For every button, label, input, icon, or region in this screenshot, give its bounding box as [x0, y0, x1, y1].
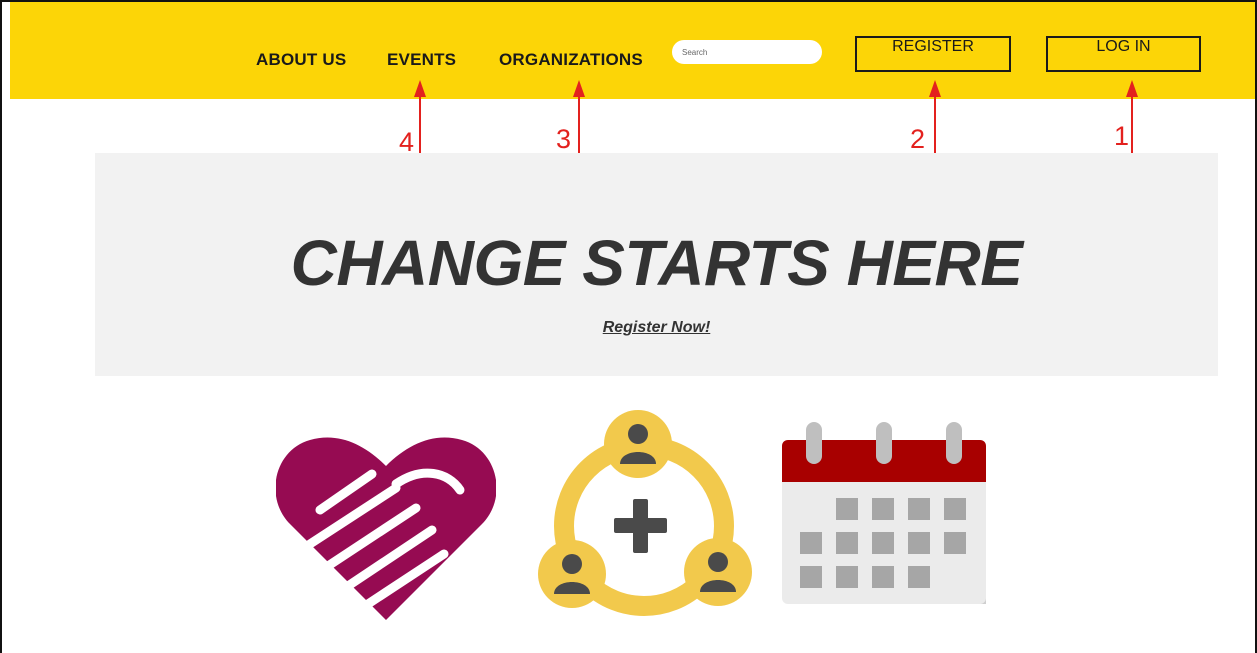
nav-link-about-us[interactable]: ABOUT US	[256, 50, 346, 70]
calendar-icon	[782, 422, 986, 604]
search-input[interactable]	[672, 40, 822, 64]
annotation-number-1: 1	[1114, 121, 1130, 151]
login-button-label: LOG IN	[1096, 38, 1151, 55]
login-button[interactable]: LOG IN	[1046, 36, 1201, 72]
community-network-icon	[538, 410, 752, 616]
hero-title: CHANGE STARTS HERE	[290, 227, 1023, 299]
heart-handshake-icon	[276, 437, 496, 620]
register-button-label: REGISTER	[892, 38, 974, 55]
nav-link-organizations[interactable]: ORGANIZATIONS	[499, 50, 643, 70]
annotation-number-3: 3	[556, 124, 572, 154]
register-now-link[interactable]: Register Now!	[95, 319, 1218, 337]
hero-banner: CHANGE STARTS HERE Register Now!	[95, 153, 1218, 376]
register-button[interactable]: REGISTER	[855, 36, 1011, 72]
annotation-number-2: 2	[910, 124, 926, 154]
nav-link-events[interactable]: EVENTS	[387, 50, 456, 70]
